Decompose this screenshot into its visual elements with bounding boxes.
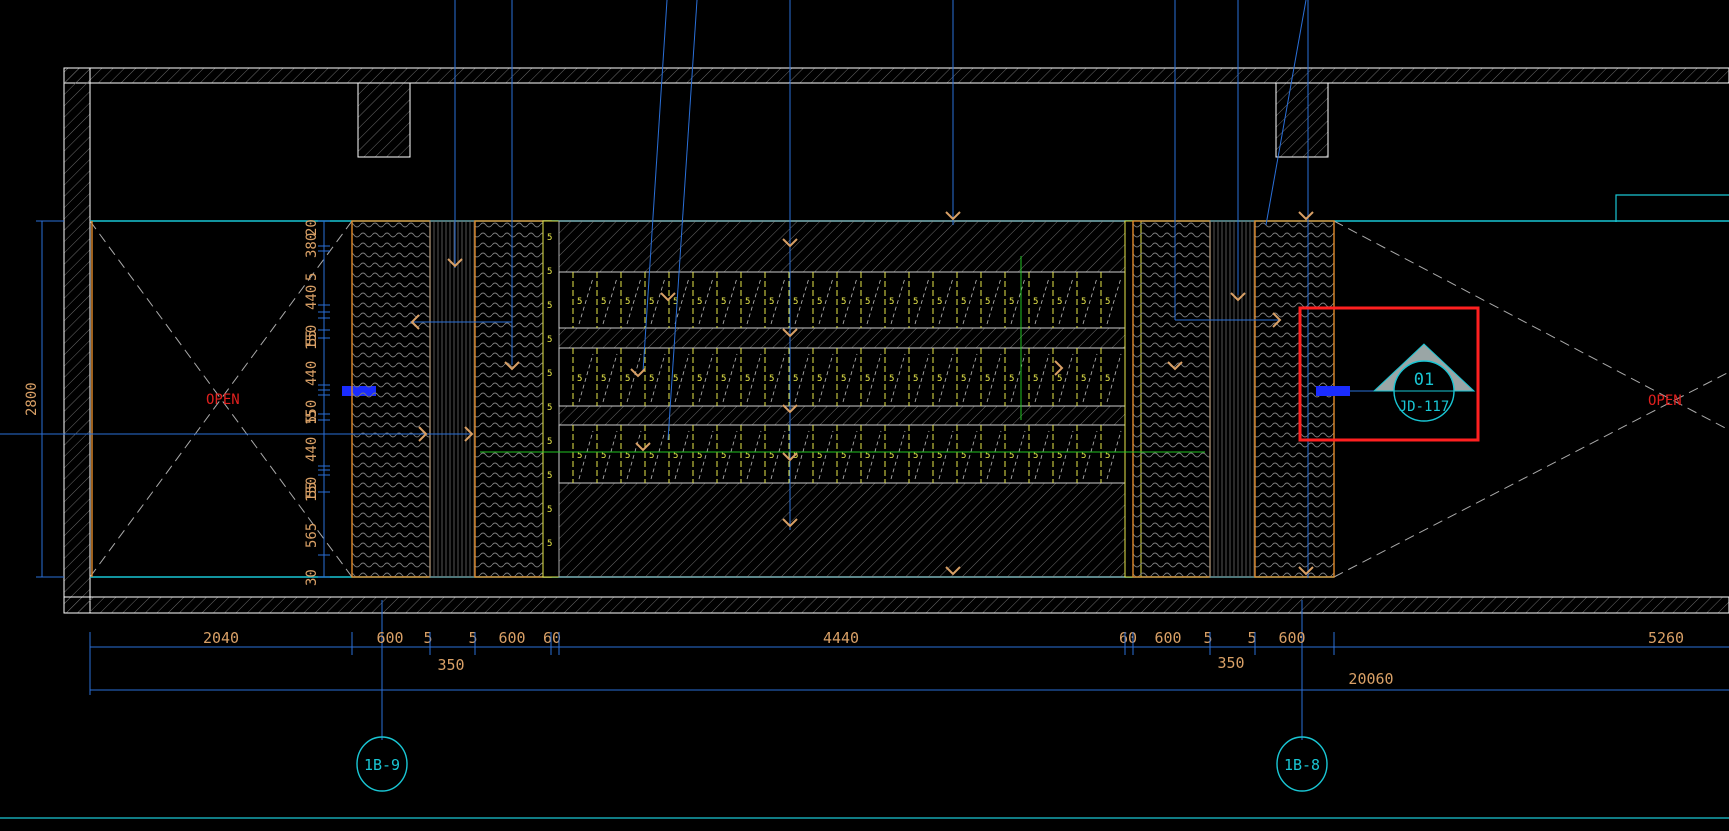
shelf-mark: 5 <box>1057 297 1062 307</box>
shelf-mark: 5 <box>913 297 918 307</box>
shelf-mark: 5 <box>985 297 990 307</box>
shelf-mark: 5 <box>769 297 774 307</box>
vertical-dim-label: 20 <box>304 219 320 236</box>
strip-mark: 5 <box>547 505 552 515</box>
shelf-mark: 5 <box>721 297 726 307</box>
shelf-mark: 5 <box>1009 297 1014 307</box>
strip-mark: 5 <box>547 267 552 277</box>
shelf-mark: 5 <box>985 374 990 384</box>
shelf-mark: 5 <box>1081 374 1086 384</box>
horizontal-dim-labels: 2040 600 5 5 600 60 4440 60 600 5 5 600 5260350 35020… <box>89 629 1684 688</box>
shelf-mark: 5 <box>961 374 966 384</box>
vertical-dim-label: 440 <box>304 285 320 310</box>
shelf-mark: 5 <box>937 297 942 307</box>
shelf-mark: 5 <box>889 374 894 384</box>
vertical-dim-label: 440 <box>304 361 320 386</box>
shelf-mark: 5 <box>697 374 702 384</box>
strip-mark: 5 <box>547 471 552 481</box>
strip-mark: 5 <box>547 539 552 549</box>
horizontal-dim-label: 600 <box>1278 629 1305 647</box>
horizontal-dim-label: 600 <box>376 629 403 647</box>
grid-bubble-right-label: 1B-8 <box>1284 756 1320 774</box>
horizontal-dim-label: 5 <box>1203 629 1212 647</box>
shelf-mark: 5 <box>793 297 798 307</box>
shelf-mark: 5 <box>793 374 798 384</box>
left-panels <box>351 220 560 578</box>
vertical-dim-label: 150 <box>304 325 320 350</box>
horizontal-dim-label: 60 <box>543 629 561 647</box>
overall-height-label: 2800 <box>24 382 40 416</box>
horizontal-dim-label: 2040 <box>203 629 239 647</box>
shelf-mark: 5 <box>1081 297 1086 307</box>
horizontal-dim-label: 60 <box>1119 629 1137 647</box>
horizontal-dim-label: 350 <box>437 656 464 674</box>
shelf-mark: 5 <box>673 374 678 384</box>
horizontal-dim-label: 350 <box>1217 654 1244 672</box>
shelf-mark: 5 <box>937 374 942 384</box>
shelf-mark: 5 <box>577 297 582 307</box>
shelf-mark: 5 <box>1105 297 1110 307</box>
horizontal-dim-label: 5260 <box>1648 629 1684 647</box>
shelf-mark: 5 <box>889 297 894 307</box>
vertical-dim-labels: 38020544055150440551504405515056530 <box>304 219 330 586</box>
shelf-mark: 5 <box>649 374 654 384</box>
grid-bubble-left-label: 1B-9 <box>364 756 400 774</box>
right-opening: OPEN <box>1333 220 1729 578</box>
elevation-drawing: OPEN OPEN 5 5 5 5 5 5 5 5 5 5 5 5 5 5 5 5 5 5 5 5 5 5 55 5 5 5 5 5 5… <box>0 0 1729 819</box>
right-open-label: OPEN <box>1648 393 1682 409</box>
horizontal-dimensions: 2040 600 5 5 600 60 4440 60 600 5 5 600 5260350 35020… <box>89 629 1729 695</box>
shelf-mark: 5 <box>865 297 870 307</box>
shelf-mark: 5 <box>745 374 750 384</box>
horizontal-dim-label: 600 <box>498 629 525 647</box>
grid-bubbles: 1B-9 1B-8 <box>356 736 1328 792</box>
chevron-down-icon <box>1298 211 1314 221</box>
shelf-mark: 5 <box>769 374 774 384</box>
shelf-mark: 5 <box>961 297 966 307</box>
shelf-mark: 5 <box>721 374 726 384</box>
shelf-mark: 5 <box>745 297 750 307</box>
vertical-dim-label: 30 <box>304 569 320 586</box>
right-blue-marker <box>1316 386 1350 396</box>
shelf-mark: 5 <box>625 374 630 384</box>
shelf-mark: 5 <box>1033 297 1038 307</box>
horizontal-dim-label: 600 <box>1154 629 1181 647</box>
strip-mark: 5 <box>547 437 552 447</box>
vertical-dim-label: 150 <box>304 400 320 425</box>
shelf-mark: 5 <box>625 297 630 307</box>
vertical-dim-label: 565 <box>304 523 320 548</box>
shelf-mark: 5 <box>1033 374 1038 384</box>
shelf-mark: 5 <box>913 374 918 384</box>
shelf-mark: 5 <box>1009 374 1014 384</box>
shelf-mark: 5 <box>865 374 870 384</box>
shelf-mark: 5 <box>817 297 822 307</box>
shelf-mark: 5 <box>1057 374 1062 384</box>
shelf-mark: 5 <box>649 297 654 307</box>
shelf-mark: 5 <box>601 374 606 384</box>
right-panels <box>1124 220 1335 578</box>
strip-mark: 5 <box>547 335 552 345</box>
shelf-mark: 5 <box>601 297 606 307</box>
left-opening: OPEN <box>89 220 376 578</box>
shelf-mark: 5 <box>577 374 582 384</box>
vertical-dim-label: 5 <box>304 273 320 281</box>
shelf-mark: 5 <box>1105 374 1110 384</box>
shelf-mark: 5 <box>697 297 702 307</box>
vertical-dim-label: 440 <box>304 437 320 462</box>
shelf-mark: 5 <box>841 297 846 307</box>
horizontal-dim-label: 5 <box>423 629 432 647</box>
strip-mark: 5 <box>547 233 552 243</box>
shelf-mark: 5 <box>841 374 846 384</box>
horizontal-dim-label: 5 <box>468 629 477 647</box>
horizontal-dim-label: 4440 <box>823 629 859 647</box>
section-sheet: JD-117 <box>1399 399 1450 415</box>
strip-mark: 5 <box>547 369 552 379</box>
horizontal-dim-label: 20060 <box>1348 670 1393 688</box>
section-number: 01 <box>1414 370 1434 390</box>
strip-mark: 5 <box>547 301 552 311</box>
strip-mark: 5 <box>547 403 552 413</box>
left-open-label: OPEN <box>206 392 240 408</box>
shelf-mark: 5 <box>817 374 822 384</box>
vertical-dim-label: 150 <box>304 477 320 502</box>
central-cabinet: 5 5 5 5 5 5 5 5 5 5 5 5 5 5 5 5 5 5 5 5 5 5 5 5 5 5 5 5 5 5 5 5 5 5 5 5 5 5 5 5… <box>547 220 1134 578</box>
